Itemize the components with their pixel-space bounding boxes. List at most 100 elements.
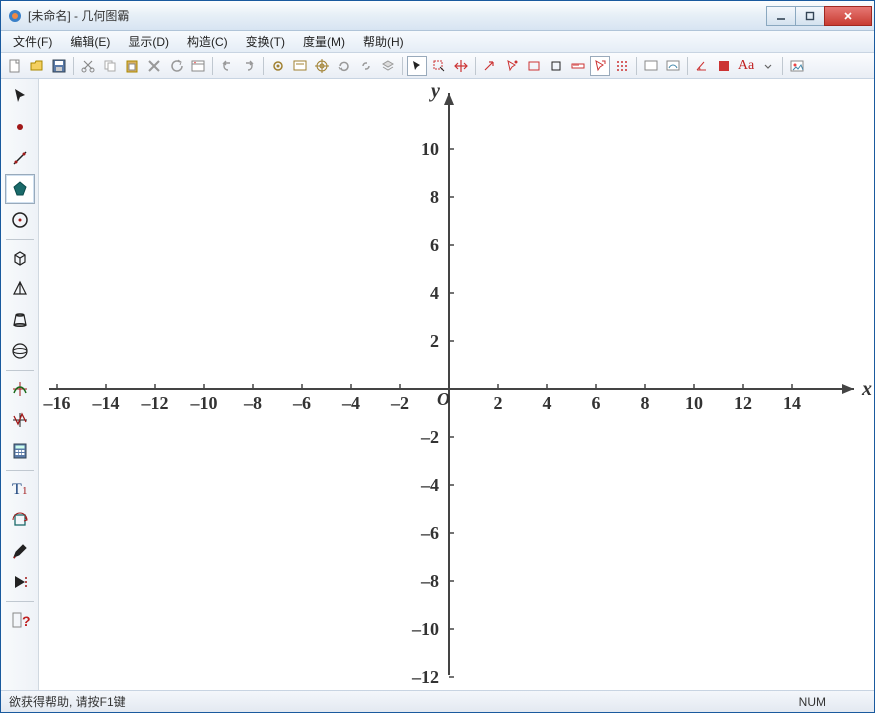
- polygon-tool[interactable]: [5, 174, 35, 204]
- svg-text:–4: –4: [420, 475, 439, 495]
- menu-construct[interactable]: 构造(C): [179, 31, 236, 52]
- cut-icon[interactable]: [78, 56, 98, 76]
- status-help-text: 欲获得帮助, 请按F1键: [9, 693, 126, 710]
- select-rect-icon[interactable]: [429, 56, 449, 76]
- rect-tool-icon[interactable]: [524, 56, 544, 76]
- window-title: [未命名] - 几何图霸: [28, 7, 767, 24]
- menu-display[interactable]: 显示(D): [120, 31, 177, 52]
- minimize-button[interactable]: [766, 6, 796, 26]
- function-tool[interactable]: [5, 374, 35, 404]
- svg-text:–12: –12: [411, 667, 439, 687]
- svg-text:–4: –4: [341, 393, 360, 413]
- canvas-area[interactable]: –16–14–12–10–8–6–4–22468101214–12–10–8–6…: [39, 79, 874, 690]
- svg-text:10: 10: [421, 139, 439, 159]
- delete-icon[interactable]: [144, 56, 164, 76]
- export-image-icon[interactable]: [787, 56, 807, 76]
- text-tool[interactable]: T1: [5, 474, 35, 504]
- svg-text:14: 14: [783, 393, 801, 413]
- svg-text:10: 10: [685, 393, 703, 413]
- redo-icon[interactable]: [239, 56, 259, 76]
- color-swatch-icon[interactable]: [714, 56, 734, 76]
- cube-tool[interactable]: [5, 243, 35, 273]
- svg-text:–2: –2: [390, 393, 409, 413]
- open-file-icon[interactable]: [27, 56, 47, 76]
- text-style-icon[interactable]: Aa: [736, 56, 756, 76]
- menu-measure[interactable]: 度量(M): [295, 31, 353, 52]
- paste-icon[interactable]: [122, 56, 142, 76]
- toolbar: Aa: [1, 53, 874, 79]
- trace-arrow-icon[interactable]: [480, 56, 500, 76]
- svg-text:T: T: [12, 481, 22, 498]
- dropdown-icon[interactable]: [758, 56, 778, 76]
- close-button[interactable]: [824, 6, 872, 26]
- circle-tool[interactable]: [5, 205, 35, 235]
- frustum-tool[interactable]: [5, 305, 35, 335]
- menu-edit[interactable]: 编辑(E): [62, 31, 118, 52]
- pointer-mode-icon[interactable]: [407, 56, 427, 76]
- link-icon[interactable]: [356, 56, 376, 76]
- angle-tool-icon[interactable]: [692, 56, 712, 76]
- properties-icon[interactable]: [188, 56, 208, 76]
- graph-tool[interactable]: [5, 405, 35, 435]
- svg-text:12: 12: [734, 393, 752, 413]
- screen2-icon[interactable]: [663, 56, 683, 76]
- board-icon[interactable]: [290, 56, 310, 76]
- svg-text:O: O: [437, 389, 450, 409]
- svg-text:x: x: [861, 378, 872, 400]
- svg-text:1: 1: [22, 485, 28, 497]
- line-tool[interactable]: [5, 143, 35, 173]
- refresh-icon[interactable]: [334, 56, 354, 76]
- play-tool[interactable]: [5, 567, 35, 597]
- sphere-tool[interactable]: [5, 336, 35, 366]
- svg-text:y: y: [429, 80, 440, 102]
- grid-dots-icon[interactable]: [612, 56, 632, 76]
- svg-text:–6: –6: [292, 393, 311, 413]
- pen-tool[interactable]: [5, 536, 35, 566]
- target-icon[interactable]: [312, 56, 332, 76]
- status-bar: 欲获得帮助, 请按F1键 NUM: [1, 690, 874, 712]
- calc-tool[interactable]: [5, 436, 35, 466]
- tetra-tool[interactable]: [5, 274, 35, 304]
- svg-text:6: 6: [592, 393, 601, 413]
- svg-text:–8: –8: [243, 393, 262, 413]
- svg-text:–10: –10: [190, 393, 218, 413]
- svg-text:–8: –8: [420, 571, 439, 591]
- help-tool[interactable]: ?: [5, 605, 35, 635]
- maximize-button[interactable]: [795, 6, 825, 26]
- layers-icon[interactable]: [378, 56, 398, 76]
- snap-icon[interactable]: [590, 56, 610, 76]
- gear-icon[interactable]: [268, 56, 288, 76]
- ruler-icon[interactable]: [568, 56, 588, 76]
- rotate-view-tool[interactable]: [5, 505, 35, 535]
- svg-text:4: 4: [430, 283, 439, 303]
- screen1-icon[interactable]: [641, 56, 661, 76]
- copy-icon[interactable]: [100, 56, 120, 76]
- undo-icon[interactable]: [217, 56, 237, 76]
- status-num: NUM: [799, 695, 826, 709]
- menu-transform[interactable]: 变换(T): [238, 31, 293, 52]
- svg-text:–6: –6: [420, 523, 439, 543]
- select-tool[interactable]: [5, 81, 35, 111]
- pan-icon[interactable]: [451, 56, 471, 76]
- svg-text:–10: –10: [411, 619, 439, 639]
- square-tool-icon[interactable]: [546, 56, 566, 76]
- menu-help[interactable]: 帮助(H): [355, 31, 412, 52]
- point-tool[interactable]: [5, 112, 35, 142]
- svg-text:?: ?: [22, 613, 30, 629]
- undo-all-icon[interactable]: [166, 56, 186, 76]
- app-icon: [7, 8, 23, 24]
- save-file-icon[interactable]: [49, 56, 69, 76]
- title-bar: [未命名] - 几何图霸: [1, 1, 874, 31]
- svg-text:–16: –16: [43, 393, 71, 413]
- new-file-icon[interactable]: [5, 56, 25, 76]
- svg-text:4: 4: [543, 393, 552, 413]
- svg-text:8: 8: [641, 393, 650, 413]
- svg-text:6: 6: [430, 235, 439, 255]
- menu-file[interactable]: 文件(F): [5, 31, 60, 52]
- svg-text:2: 2: [430, 331, 439, 351]
- svg-text:8: 8: [430, 187, 439, 207]
- svg-text:–12: –12: [141, 393, 169, 413]
- side-toolbar: T1 ?: [1, 79, 39, 690]
- menu-bar: 文件(F) 编辑(E) 显示(D) 构造(C) 变换(T) 度量(M) 帮助(H…: [1, 31, 874, 53]
- coord-pick-icon[interactable]: [502, 56, 522, 76]
